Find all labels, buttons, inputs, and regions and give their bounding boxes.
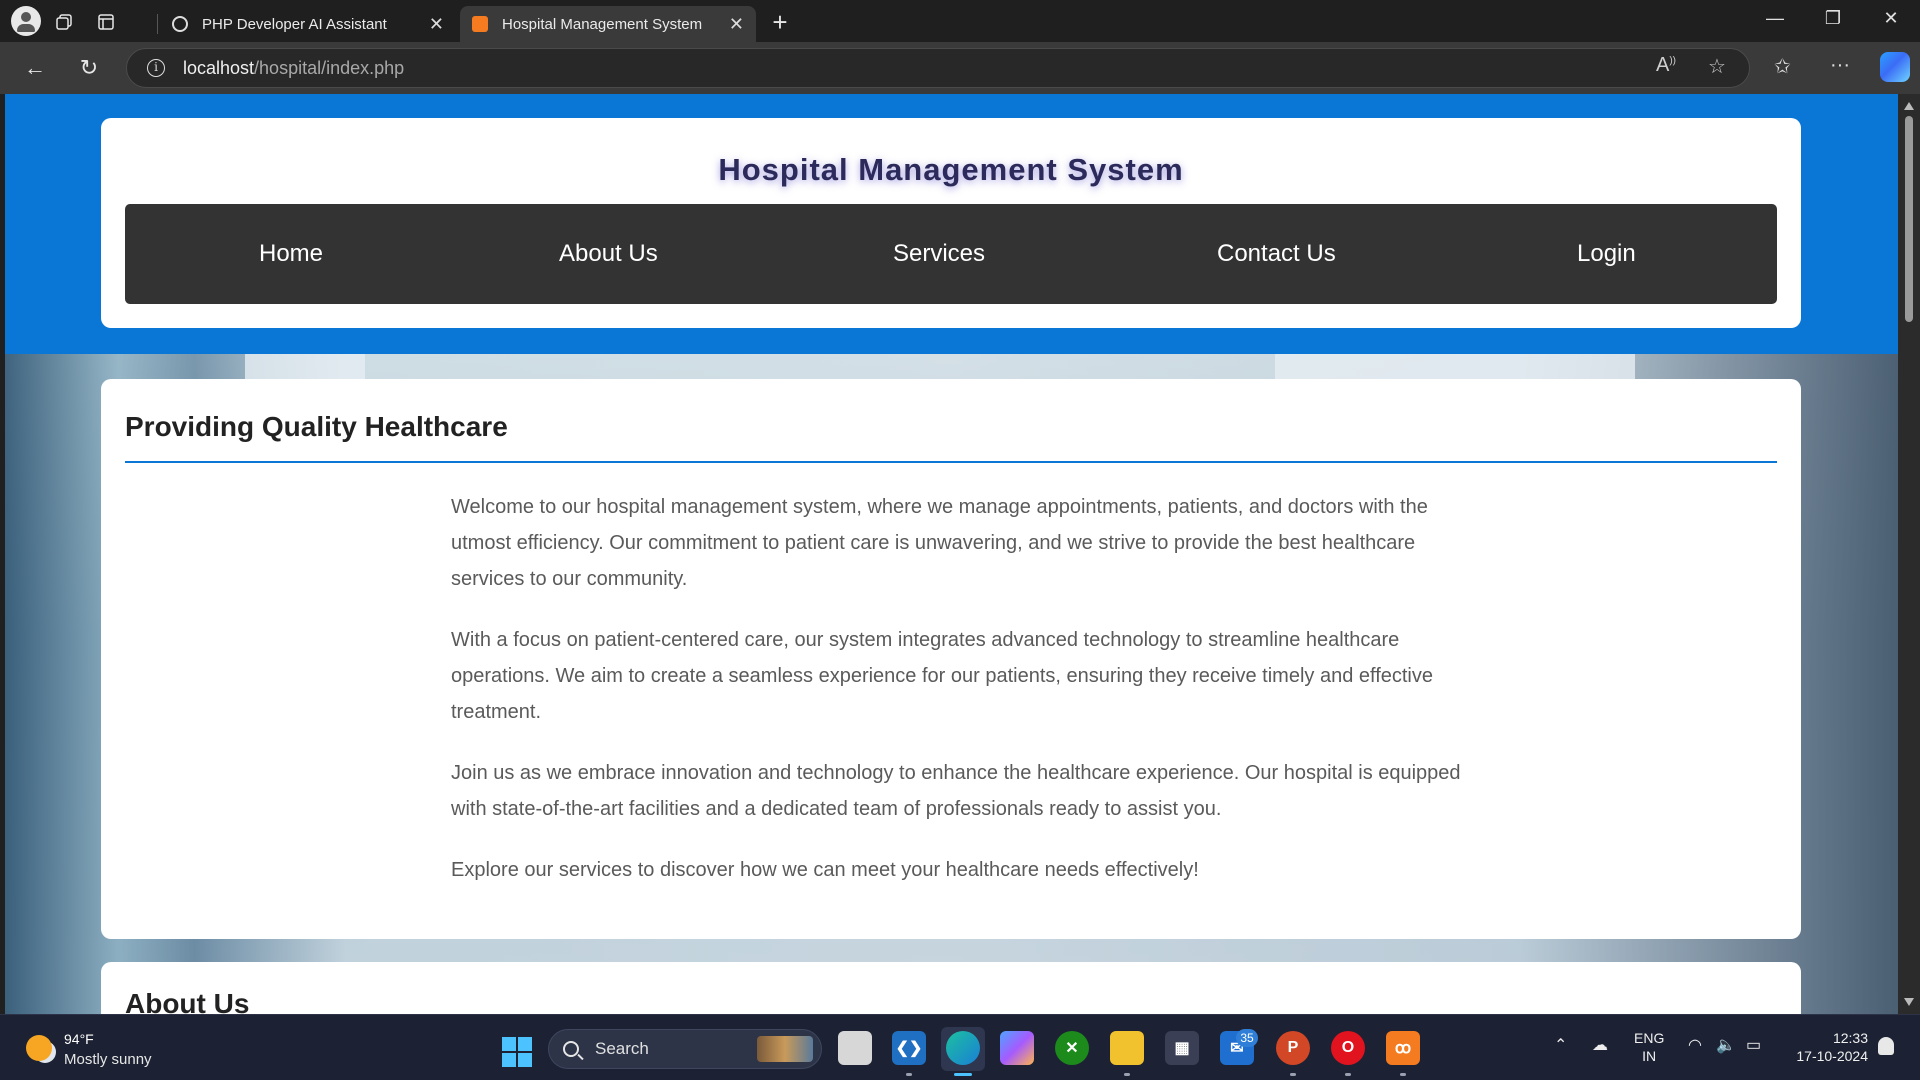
tab-label: Hospital Management System [502,15,703,33]
favorite-star-icon[interactable]: ☆ [1708,54,1726,79]
tab-php-assistant[interactable]: PHP Developer AI Assistant ✕ [160,6,456,42]
restore-icon[interactable]: ❐ [1810,8,1856,29]
chatgpt-favicon-icon [172,16,188,32]
read-aloud-icon[interactable]: A)) [1656,54,1676,77]
task-view-icon[interactable] [838,1031,872,1065]
edge-icon[interactable] [946,1031,980,1065]
url-field[interactable]: i localhost/hospital/index.php [126,48,1750,88]
vertical-tabs-icon[interactable] [92,8,120,36]
site-info-icon[interactable]: i [147,59,165,77]
site-title: Hospital Management System [718,152,1184,187]
region-code: IN [1642,1048,1657,1064]
taskbar-search[interactable]: Search [548,1029,822,1069]
tab-label: PHP Developer AI Assistant [202,15,387,33]
search-label: Search [595,1039,649,1058]
vscode-icon[interactable]: ❮❯ [892,1031,926,1065]
address-bar-row: ← ↻ i localhost/hospital/index.php A)) ☆… [0,42,1920,94]
file-explorer-icon[interactable] [1110,1031,1144,1065]
clock-date: 17-10-2024 [1796,1048,1868,1064]
nav-contact-us[interactable]: Contact Us [1217,204,1336,304]
intro-body: Welcome to our hospital management syste… [451,489,1461,913]
weather-sun-icon[interactable] [26,1035,52,1061]
paragraph: With a focus on patient-centered care, o… [451,629,1433,723]
scroll-down-icon[interactable] [1904,998,1914,1006]
running-indicator [1124,1073,1130,1076]
windows-taskbar: 94°F Mostly sunny Search ❮❯ ✕ ▦ ✉ 35 P O… [0,1014,1920,1080]
close-tab-icon[interactable]: ✕ [729,14,744,35]
nav-about-us[interactable]: About Us [559,204,658,304]
main-nav: Home About Us Services Contact Us Login [125,204,1777,304]
search-icon [563,1041,579,1057]
powerpoint-icon[interactable]: P [1276,1031,1310,1065]
section-heading: Providing Quality Healthcare [125,411,508,442]
battery-icon[interactable]: ▭ [1746,1035,1761,1055]
mail-badge: 35 [1236,1029,1258,1047]
clock-time: 12:33 [1832,1030,1868,1046]
collections-icon[interactable] [50,8,78,36]
weather-temperature[interactable]: 94°F [64,1031,94,1047]
tab-divider [157,14,158,34]
paragraph: Welcome to our hospital management syste… [451,496,1428,590]
language-code: ENG [1634,1030,1665,1046]
microsoft-store-icon[interactable]: ▦ [1165,1031,1199,1065]
new-tab-icon[interactable]: + [766,7,794,37]
background-detail [245,354,365,380]
weather-description[interactable]: Mostly sunny [64,1051,152,1068]
tab-hospital[interactable]: Hospital Management System ✕ [460,6,756,42]
favorites-icon[interactable]: ✩ [1774,54,1791,79]
running-indicator [1400,1073,1406,1076]
scroll-up-icon[interactable] [1904,102,1914,110]
nav-login[interactable]: Login [1577,204,1636,304]
system-clock[interactable]: 12:33 17-10-2024 [1786,1029,1868,1065]
wifi-icon[interactable]: ◠ [1688,1035,1702,1055]
browser-tab-bar: PHP Developer AI Assistant ✕ Hospital Ma… [0,0,1920,42]
xampp-icon[interactable]: ꝏ [1386,1031,1420,1065]
minimize-icon[interactable]: — [1752,8,1798,29]
site-header: Hospital Management System Home About Us… [5,94,1898,354]
copilot-icon[interactable] [1880,52,1910,82]
page-viewport: Hospital Management System Home About Us… [5,94,1898,1014]
active-indicator [954,1073,972,1076]
volume-icon[interactable]: 🔈 [1716,1035,1736,1055]
about-section: About Us [101,962,1801,1014]
section-divider [125,461,1777,463]
notifications-bell-icon[interactable] [1878,1037,1894,1055]
show-hidden-icons-icon[interactable]: ⌃ [1554,1035,1567,1055]
xbox-icon[interactable]: ✕ [1055,1031,1089,1065]
windows-start-icon[interactable] [502,1037,532,1067]
copilot-app-icon[interactable] [1000,1031,1034,1065]
intro-section: Providing Quality Healthcare Welcome to … [101,379,1801,939]
language-indicator[interactable]: ENG IN [1634,1029,1664,1065]
scroll-thumb[interactable] [1905,116,1913,322]
url-path: /hospital/index.php [254,57,405,78]
paragraph: Explore our services to discover how we … [451,859,1199,881]
nav-services[interactable]: Services [893,204,985,304]
page-scrollbar[interactable] [1898,94,1920,1014]
section-heading: About Us [125,988,250,1014]
nav-home[interactable]: Home [259,204,323,304]
running-indicator [1290,1073,1296,1076]
background-detail [1275,354,1635,380]
url-host: localhost [183,57,255,78]
refresh-icon[interactable]: ↻ [74,54,104,84]
close-window-icon[interactable]: ✕ [1868,8,1914,29]
running-indicator [906,1073,912,1076]
search-highlight-image [757,1036,813,1062]
opera-icon[interactable]: O [1331,1031,1365,1065]
paragraph: Join us as we embrace innovation and tec… [451,762,1461,820]
xampp-favicon-icon [472,16,488,32]
running-indicator [1345,1073,1351,1076]
more-options-icon[interactable]: ··· [1830,54,1850,77]
header-card: Hospital Management System Home About Us… [101,118,1801,328]
onedrive-cloud-icon[interactable]: ☁ [1592,1035,1608,1055]
close-tab-icon[interactable]: ✕ [429,14,444,35]
back-icon[interactable]: ← [20,54,50,84]
profile-icon[interactable] [11,6,41,36]
